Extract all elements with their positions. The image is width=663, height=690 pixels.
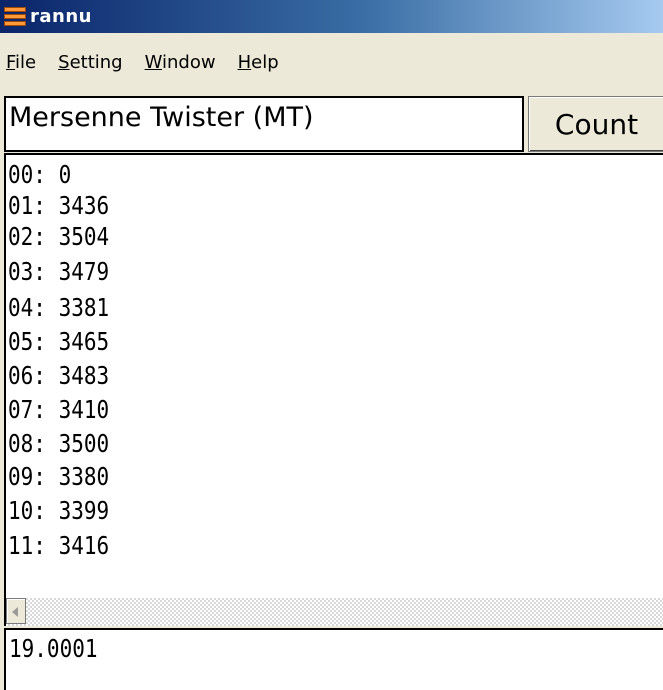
count-list[interactable]: 00: 0 01: 3436 02: 3504 03: 3479 04: 338… <box>4 153 663 598</box>
list-item: 02: 3504 <box>8 222 110 251</box>
list-item: 00: 0 <box>8 160 72 189</box>
menu-setting[interactable]: Setting <box>46 52 132 73</box>
list-item: 11: 3416 <box>8 531 110 560</box>
menu-file-key: F <box>6 51 16 73</box>
menu-setting-key: S <box>58 51 70 73</box>
list-item: 09: 3380 <box>8 462 110 491</box>
list-item: 05: 3465 <box>8 327 110 356</box>
menu-window[interactable]: Window <box>133 52 226 73</box>
list-item: 08: 3500 <box>8 429 110 458</box>
horizontal-scrollbar[interactable] <box>4 598 663 626</box>
list-item: 03: 3479 <box>8 257 110 286</box>
menu-file[interactable]: File <box>0 52 46 73</box>
app-icon[interactable] <box>4 6 26 28</box>
generator-select-value: Mersenne Twister (MT) <box>9 102 314 133</box>
list-item: 01: 3436 <box>8 191 110 220</box>
menu-bar: File Setting Window Help <box>0 33 663 91</box>
menu-help-rest: elp <box>251 51 279 73</box>
generator-select[interactable]: Mersenne Twister (MT) <box>4 96 524 152</box>
menu-window-key: W <box>144 51 162 73</box>
list-item: 06: 3483 <box>8 361 110 390</box>
menu-file-rest: ile <box>15 51 37 73</box>
list-item: 07: 3410 <box>8 395 110 424</box>
menu-setting-rest: etting <box>69 51 123 73</box>
menu-help-key: H <box>237 51 252 73</box>
list-item: 04: 3381 <box>8 293 110 322</box>
result-value: 19.0001 <box>9 634 98 663</box>
count-button[interactable]: Count <box>528 96 663 152</box>
scroll-left-arrow-icon[interactable] <box>6 598 26 624</box>
count-button-label: Count <box>554 107 639 141</box>
window-title: rannu <box>30 6 92 27</box>
list-item: 10: 3399 <box>8 496 110 525</box>
title-bar[interactable]: rannu <box>0 0 663 33</box>
result-panel: 19.0001 <box>4 628 663 690</box>
menu-window-rest: indow <box>162 51 216 73</box>
menu-help[interactable]: Help <box>226 52 289 73</box>
